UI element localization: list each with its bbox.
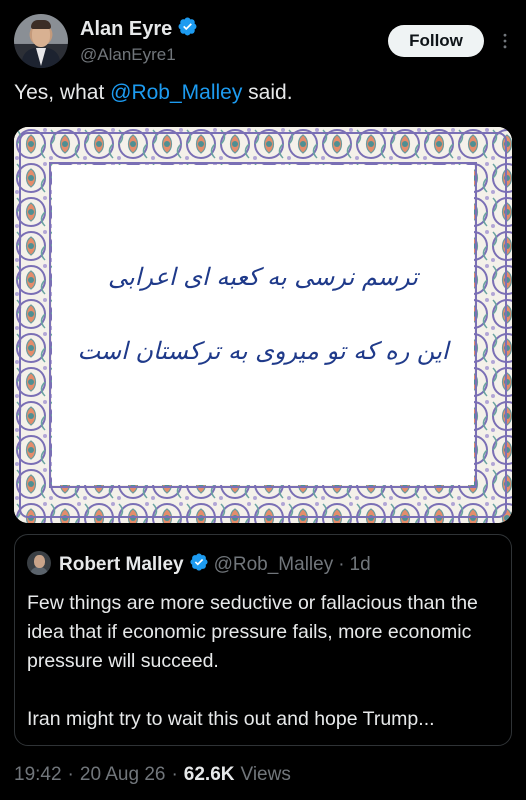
author-handle[interactable]: @AlanEyre1: [80, 45, 176, 65]
mention-link[interactable]: @Rob_Malley: [110, 81, 242, 104]
author-avatar[interactable]: [14, 14, 68, 68]
tweet-text-suffix: said.: [242, 81, 293, 104]
poem-line-1: ترسم نرسی به کعبه ای اعرابی: [108, 263, 420, 291]
tweet-header: Alan Eyre @AlanEyre1 Follow: [14, 14, 512, 70]
quoted-paragraph-2: Iran might try to wait this out and hope…: [27, 708, 435, 730]
quoted-separator: ·: [338, 553, 345, 575]
quoted-header: Robert Malley @Rob_Malley · 1d: [59, 552, 371, 577]
quoted-author-avatar[interactable]: [27, 551, 51, 575]
poem-line-2: این ره که تو میروی به ترکستان است: [77, 337, 450, 365]
tweet-date[interactable]: 20 Aug 26: [80, 764, 166, 786]
tweet-text-prefix: Yes, what: [14, 81, 111, 104]
quoted-paragraph-1: Few things are more seductive or fallaci…: [27, 592, 478, 672]
meta-dot: ·: [171, 764, 178, 785]
more-dots-icon[interactable]: [492, 28, 518, 54]
quoted-age[interactable]: 1d: [350, 554, 371, 576]
ornamental-poem-image: ترسم نرسی به کعبه ای اعرابی این ره که تو…: [14, 127, 512, 523]
tweet-text: Yes, what @Rob_Malley said.: [14, 80, 293, 106]
author-name[interactable]: Alan Eyre: [80, 18, 172, 41]
follow-button[interactable]: Follow: [388, 25, 484, 57]
meta-dot: ·: [67, 764, 74, 785]
views-count[interactable]: 62.6K: [184, 764, 235, 786]
quoted-tweet[interactable]: Robert Malley @Rob_Malley · 1d Few thing…: [14, 534, 512, 746]
tweet-image[interactable]: ترسم نرسی به کعبه ای اعرابی این ره که تو…: [14, 127, 512, 523]
author-name-row: Alan Eyre: [80, 16, 198, 42]
verified-badge-icon: [189, 552, 209, 577]
tweet-time[interactable]: 19:42: [14, 764, 62, 786]
tweet-meta: 19:42 · 20 Aug 26 · 62.6K Views: [14, 764, 291, 786]
quoted-author-handle[interactable]: @Rob_Malley: [214, 554, 334, 576]
views-label: Views: [240, 764, 291, 785]
quoted-text: Few things are more seductive or fallaci…: [27, 589, 503, 734]
quoted-author-name[interactable]: Robert Malley: [59, 554, 184, 576]
verified-badge-icon: [177, 16, 198, 42]
